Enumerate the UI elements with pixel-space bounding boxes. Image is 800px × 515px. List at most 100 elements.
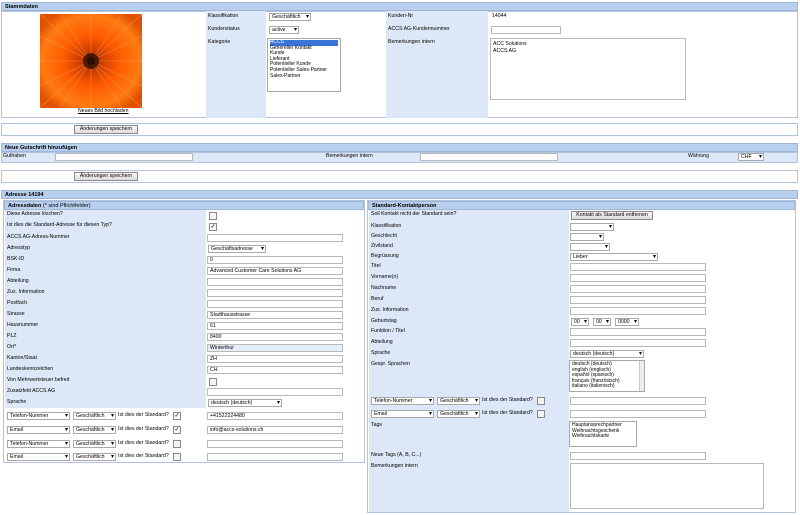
funktion-input[interactable]	[570, 328, 706, 336]
contact-value-input[interactable]: info@accs-solutions.ch	[207, 426, 343, 434]
sprache-select[interactable]: deutsch (deutsch)	[208, 399, 282, 407]
vornamen-input[interactable]	[570, 274, 706, 282]
kp-zus-info-input[interactable]	[570, 307, 706, 315]
save-stammdaten-button[interactable]: Änderungen speichern	[74, 125, 138, 134]
contact-standard-checkbox[interactable]	[173, 440, 181, 448]
ort-input[interactable]: Winterthur	[207, 344, 343, 352]
contact-standard-label: Ist dies der Standard?	[118, 440, 169, 446]
bsk-id-label: BSK-ID	[7, 256, 25, 262]
contact-class-select[interactable]: Geschäftlich	[73, 453, 116, 461]
contact-type-select[interactable]: Telefon-Nummer	[7, 440, 70, 448]
standard-adresse-checkbox[interactable]: ✓	[209, 223, 217, 231]
kategorie-listbox[interactable]: ACCS Genereller Kontakt Kunde Lieferant …	[267, 38, 341, 92]
zivilstand-select[interactable]	[570, 243, 610, 251]
gutschrift-bemerkungen-input[interactable]	[420, 153, 558, 161]
contact-type-select[interactable]: Telefon-Nummer	[7, 412, 70, 420]
abteilung-input[interactable]	[207, 278, 343, 286]
kp-contact-standard-checkbox[interactable]	[537, 397, 545, 405]
firma-input[interactable]: Advanced Customer Care Solutions AG	[207, 267, 343, 275]
save-gutschrift-button[interactable]: Änderungen speichern	[74, 172, 138, 181]
upload-image-link[interactable]: Neues Bild hochladen	[78, 108, 128, 115]
contact-type-select[interactable]: Email	[7, 453, 70, 461]
kp-zus-info-label: Zus. Information	[371, 307, 409, 313]
kp-contact-class-select[interactable]: Geschäftlich	[437, 410, 480, 418]
contact-value-input[interactable]: +41522224480	[207, 412, 343, 420]
geburtstag-day-select[interactable]: 00	[571, 318, 589, 326]
funktion-label: Funktion / Titel	[371, 328, 405, 334]
bemerkungen-textarea[interactable]: ACC Solutions ACCS AG	[490, 38, 686, 100]
plz-input[interactable]: 8400	[207, 333, 343, 341]
zus-info-input[interactable]	[207, 289, 343, 297]
kanton-input[interactable]: ZH	[207, 355, 343, 363]
bsk-id-input[interactable]: 0	[207, 256, 343, 264]
contact-standard-checkbox[interactable]: ✓	[173, 426, 181, 434]
tags-listbox[interactable]: Hauptansprechpartner Weihnachtsgeschenk …	[569, 421, 637, 447]
beruf-input[interactable]	[570, 296, 706, 304]
kp-contact-standard-checkbox[interactable]	[537, 410, 545, 418]
kp-contact-class-select[interactable]: Geschäftlich	[437, 397, 480, 405]
titel-label: Titel	[371, 263, 381, 269]
strasse-input[interactable]: Stadthausstrasse	[207, 311, 343, 319]
gutschrift-title: Neue Gutschrift hinzufügen	[5, 145, 78, 151]
kp-contact-value-input[interactable]	[570, 397, 706, 405]
kategorie-option[interactable]: Sales-Partner	[270, 73, 338, 80]
kundenstatus-select[interactable]: active	[269, 26, 299, 34]
kp-contact-value-input[interactable]	[570, 410, 706, 418]
zusatzfeld-input[interactable]	[207, 388, 343, 396]
accs-adress-nummer-input[interactable]	[207, 234, 343, 242]
adressdaten-title: Adressdaten	[8, 203, 42, 209]
geburtstag-label: Geburtstag	[371, 318, 397, 324]
kp-contact-type-select[interactable]: Email	[371, 410, 434, 418]
adresstyp-select[interactable]: Geschäftsadresse	[208, 245, 266, 253]
remove-standard-contact-button[interactable]: Kontakt als Standard entfernen	[571, 211, 653, 220]
contact-class-select[interactable]: Geschäftlich	[73, 440, 116, 448]
kp-abteilung-input[interactable]	[570, 339, 706, 347]
adresse-loeschen-checkbox[interactable]	[209, 212, 217, 220]
gespr-sprachen-label: Gespr. Sprachen	[371, 361, 410, 367]
gespr-sprachen-listbox[interactable]: deutsch (deutsch) english (englisch) esp…	[569, 360, 645, 392]
nachname-input[interactable]	[570, 285, 706, 293]
kp-bemerkungen-label: Bemerkungen intern	[371, 463, 418, 469]
contact-class-select[interactable]: Geschäftlich	[73, 426, 116, 434]
listbox-scrollbar[interactable]	[639, 361, 644, 391]
accs-kundennummer-input[interactable]	[491, 26, 561, 34]
adresstyp-label: Adresstyp	[7, 245, 31, 251]
geschlecht-select[interactable]	[570, 233, 604, 241]
waehrung-select[interactable]: CHF	[738, 153, 764, 161]
adressdaten-hint: (* sind Pflichtfelder)	[42, 203, 91, 209]
contact-value-input[interactable]	[207, 440, 343, 448]
contact-class-select[interactable]: Geschäftlich	[73, 412, 116, 420]
kontaktperson-header: Standard-Kontaktperson	[368, 201, 795, 210]
kunden-nr-value: 14044	[492, 13, 507, 19]
sprache-option[interactable]: italiano (italienisch)	[572, 384, 642, 390]
kp-sprache-select[interactable]: deutsch (deutsch)	[570, 350, 644, 358]
tag-option[interactable]: Weihnachtskarte	[572, 434, 634, 440]
hausnummer-input[interactable]: 61	[207, 322, 343, 330]
guthaben-input[interactable]	[55, 153, 193, 161]
mwst-label: Von Mehrwertsteuer befreit	[7, 377, 70, 383]
mwst-checkbox[interactable]	[209, 378, 217, 386]
postfach-input[interactable]	[207, 300, 343, 308]
bemerkungen-line: ACCS AG	[493, 47, 517, 54]
beruf-label: Beruf	[371, 296, 384, 302]
contact-standard-checkbox[interactable]	[173, 453, 181, 461]
geburtstag-year-select[interactable]: 0000	[615, 318, 639, 326]
contact-standard-checkbox[interactable]: ✓	[173, 412, 181, 420]
kp-bemerkungen-textarea[interactable]	[570, 463, 764, 509]
klassifikation-select[interactable]: Geschäftlich	[269, 13, 311, 21]
begruessung-select[interactable]: Lieber	[570, 253, 658, 261]
tags-label: Tags	[371, 422, 382, 428]
kp-contact-type-select[interactable]: Telefon-Nummer	[371, 397, 434, 405]
contact-value-input[interactable]	[207, 453, 343, 461]
contact-type-select[interactable]: Email	[7, 426, 70, 434]
neue-tags-input[interactable]	[570, 452, 706, 460]
bemerkungen-label: Bemerkungen intern	[388, 39, 435, 45]
kp-klassifikation-label: Klassifikation	[371, 223, 402, 229]
geburtstag-month-select[interactable]: 00	[593, 318, 611, 326]
nachname-label: Nachname	[371, 285, 397, 291]
gutschrift-header: Neue Gutschrift hinzufügen	[1, 143, 798, 152]
kp-contact-standard-label: Ist dies der Standard?	[482, 410, 533, 416]
kp-klassifikation-select[interactable]	[570, 223, 614, 231]
titel-input[interactable]	[570, 263, 706, 271]
landeskennzeichen-input[interactable]: CH	[207, 366, 343, 374]
